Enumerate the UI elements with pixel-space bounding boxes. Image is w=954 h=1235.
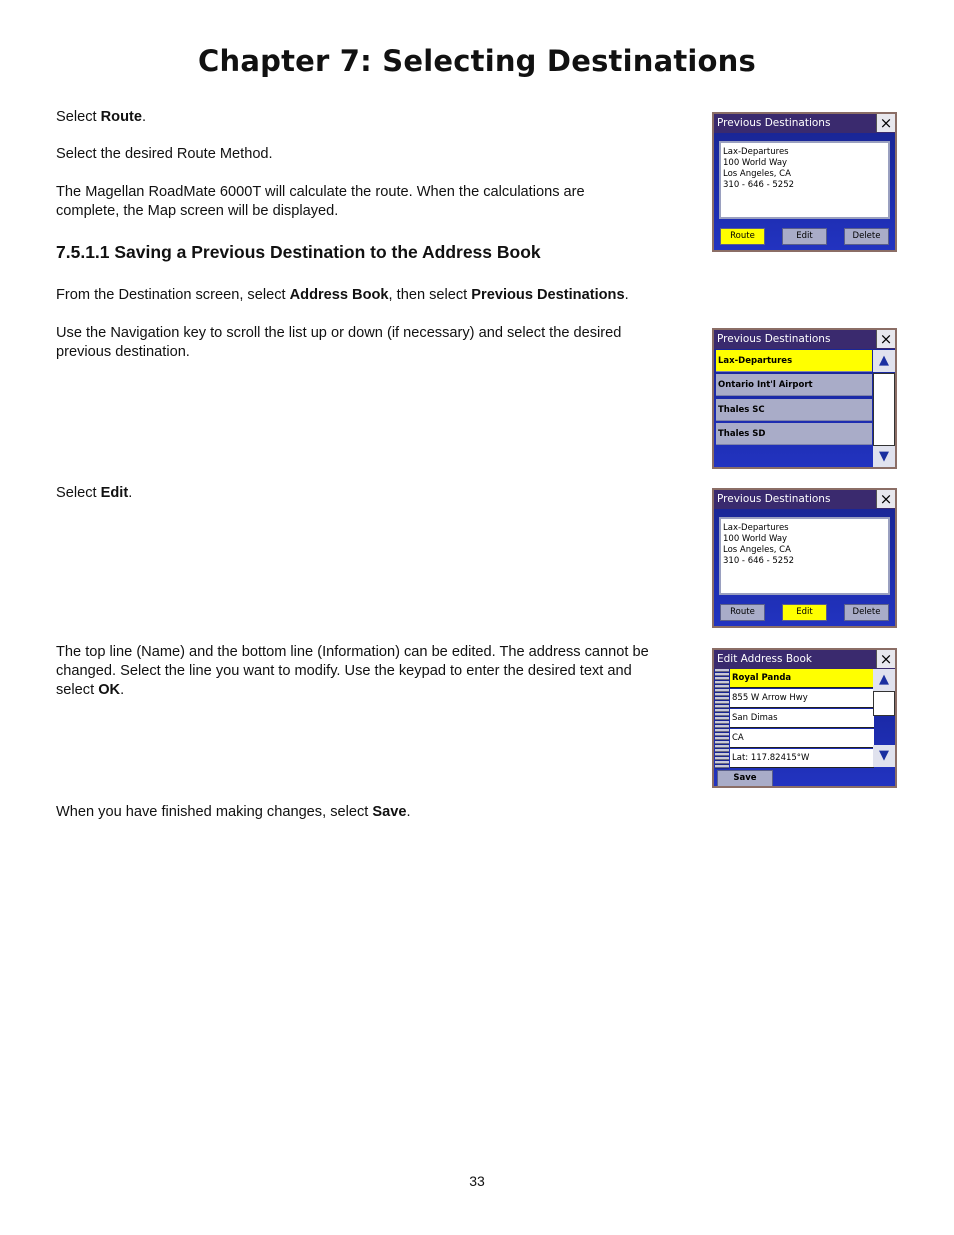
section-heading: 7.5.1.1 Saving a Previous Destination to… bbox=[56, 242, 541, 262]
info-line-phone: 310 - 646 - 5252 bbox=[723, 556, 795, 566]
destination-info-box: Lax-Departures 100 World Way Los Angeles… bbox=[719, 141, 890, 219]
scrollbar-thumb[interactable] bbox=[873, 691, 895, 716]
scroll-up-icon[interactable]: ▲ bbox=[873, 350, 895, 372]
paragraph-calculate-route: The Magellan RoadMate 6000T will calcula… bbox=[56, 184, 585, 219]
screen-title: Edit Address Book bbox=[717, 653, 812, 665]
paragraph-destination-screen: From the Destination screen, select Addr… bbox=[56, 286, 696, 305]
bold-term: Edit bbox=[100, 485, 129, 501]
screen-title: Previous Destinations bbox=[717, 117, 831, 129]
info-line-name: Lax-Departures bbox=[723, 147, 789, 157]
text: . bbox=[120, 682, 125, 698]
list-item[interactable]: Lax-Departures bbox=[716, 350, 872, 372]
text: , then select bbox=[388, 287, 472, 303]
info-line-name: Lax-Departures bbox=[723, 523, 789, 533]
info-line-city: Los Angeles, CA bbox=[723, 169, 791, 179]
edit-row-street[interactable]: 855 W Arrow Hwy bbox=[730, 689, 874, 708]
text: From the Destination screen, select bbox=[56, 287, 290, 303]
bold-term: OK bbox=[98, 682, 121, 698]
paragraph-navigation-key: Use the Navigation key to scroll the lis… bbox=[56, 325, 622, 360]
info-line-street: 100 World Way bbox=[723, 534, 788, 544]
close-icon[interactable]: × bbox=[876, 330, 895, 348]
screen-titlebar: Edit Address Book × bbox=[714, 650, 895, 669]
close-icon[interactable]: × bbox=[876, 114, 895, 132]
address-book-spiral-icon bbox=[715, 669, 729, 769]
info-line-street: 100 World Way bbox=[723, 158, 788, 168]
button-row: Route Edit Delete bbox=[720, 228, 889, 245]
destination-info-box: Lax-Departures 100 World Way Los Angeles… bbox=[719, 517, 890, 595]
paragraph-select-edit: Select Edit. bbox=[56, 484, 671, 503]
list-item[interactable]: Thales SD bbox=[716, 423, 872, 445]
edit-button[interactable]: Edit bbox=[782, 228, 827, 245]
text: Select bbox=[56, 485, 101, 501]
bold-term: Address Book bbox=[289, 287, 389, 303]
list-item[interactable]: Ontario Int'l Airport bbox=[716, 374, 872, 396]
edit-row-state[interactable]: CA bbox=[730, 729, 874, 748]
scrollbar-track[interactable] bbox=[873, 373, 895, 446]
screen-edit-address-book: Edit Address Book × Royal Panda 855 W Ar… bbox=[712, 648, 897, 788]
edit-button[interactable]: Edit bbox=[782, 604, 827, 621]
screen-titlebar: Previous Destinations × bbox=[714, 114, 895, 133]
scroll-up-icon[interactable]: ▲ bbox=[873, 669, 895, 691]
info-line-city: Los Angeles, CA bbox=[723, 545, 791, 555]
screen-title: Previous Destinations bbox=[717, 493, 831, 505]
screen-previous-destination-route: Previous Destinations × Lax-Departures 1… bbox=[712, 112, 897, 252]
list-item[interactable]: Thales SC bbox=[716, 399, 872, 421]
paragraph-editing-lines: The top line (Name) and the bottom line … bbox=[56, 643, 671, 700]
text: When you have finished making changes, s… bbox=[56, 804, 373, 820]
close-icon[interactable]: × bbox=[876, 490, 895, 508]
scroll-down-icon[interactable]: ▼ bbox=[873, 446, 895, 467]
text: . bbox=[406, 804, 411, 820]
edit-row-city[interactable]: San Dimas bbox=[730, 709, 874, 728]
text: . bbox=[128, 485, 133, 501]
chapter-title: Chapter 7: Selecting Destinations bbox=[198, 44, 756, 78]
bold-term: Route bbox=[100, 109, 142, 125]
text: The top line (Name) and the bottom line … bbox=[56, 644, 649, 698]
screen-titlebar: Previous Destinations × bbox=[714, 490, 895, 509]
screen-previous-destinations-list: Previous Destinations × Lax-Departures O… bbox=[712, 328, 897, 469]
edit-row-name[interactable]: Royal Panda bbox=[730, 669, 874, 688]
button-row: Route Edit Delete bbox=[720, 604, 889, 621]
bold-term: Previous Destinations bbox=[471, 287, 625, 303]
delete-button[interactable]: Delete bbox=[844, 228, 889, 245]
text: . bbox=[141, 109, 147, 125]
info-line-phone: 310 - 646 - 5252 bbox=[723, 180, 795, 190]
close-icon[interactable]: × bbox=[876, 650, 895, 668]
edit-row-info[interactable]: Lat: 117.82415°W bbox=[730, 749, 874, 768]
scroll-down-icon[interactable]: ▼ bbox=[873, 745, 895, 767]
screen-title: Previous Destinations bbox=[717, 333, 831, 345]
route-button[interactable]: Route bbox=[720, 228, 765, 245]
screen-titlebar: Previous Destinations × bbox=[714, 330, 895, 349]
text: Select bbox=[56, 109, 101, 125]
paragraph-select-route: Select Route. bbox=[56, 108, 671, 127]
screen-previous-destination-edit: Previous Destinations × Lax-Departures 1… bbox=[712, 488, 897, 628]
text: . bbox=[624, 287, 629, 303]
delete-button[interactable]: Delete bbox=[844, 604, 889, 621]
page-number: 33 bbox=[469, 1173, 485, 1189]
save-button[interactable]: Save bbox=[717, 770, 773, 786]
bold-term: Save bbox=[372, 804, 407, 820]
paragraph-route-method: Select the desired Route Method. bbox=[56, 146, 273, 162]
route-button[interactable]: Route bbox=[720, 604, 765, 621]
paragraph-select-save: When you have finished making changes, s… bbox=[56, 803, 671, 822]
